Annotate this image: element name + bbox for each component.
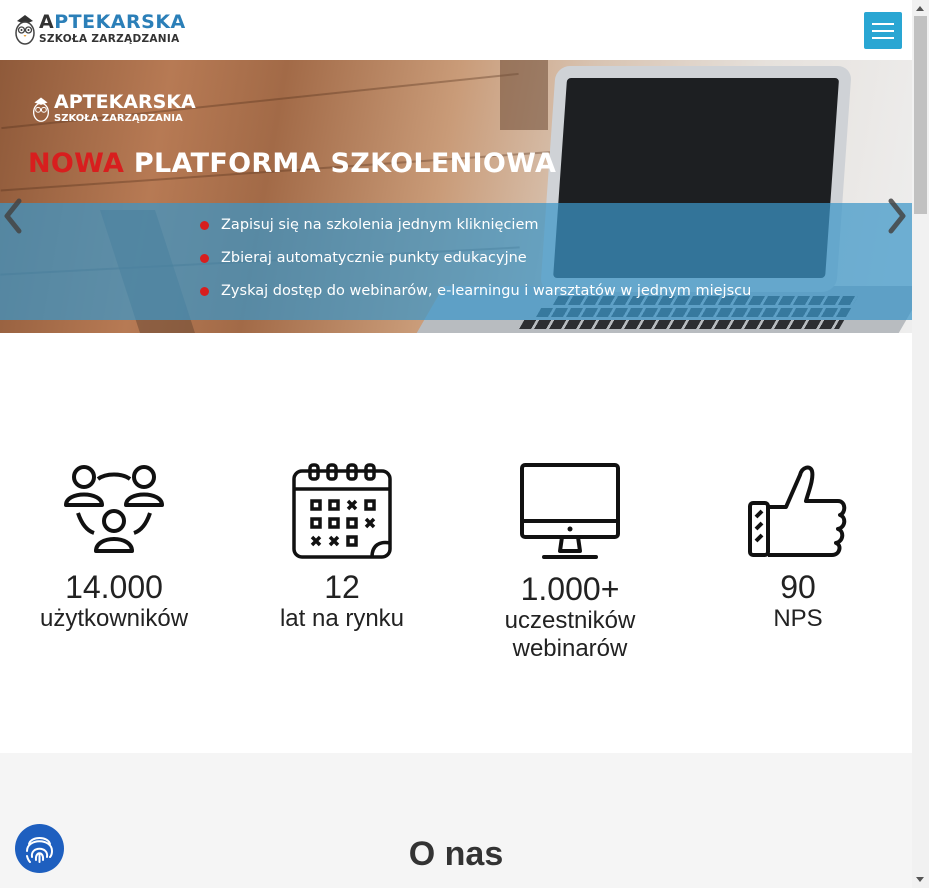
menu-toggle-button[interactable] [864,12,902,49]
hamburger-icon-line [872,30,894,32]
stat-label: lat na rynku [279,605,405,632]
hero-title-highlight: NOWA [28,148,125,179]
site-header: APTEKARSKA SZKOŁA ZARZĄDZANIA [0,0,912,60]
site-logo[interactable]: APTEKARSKA SZKOŁA ZARZĄDZANIA [14,12,186,46]
hero-slider: APTEKARSKA SZKOŁA ZARZĄDZANIA NOWA PLATF… [0,60,912,333]
logo-subtitle: SZKOŁA ZARZĄDZANIA [39,33,180,46]
hamburger-icon-line [872,37,894,39]
vertical-scrollbar[interactable] [912,0,929,888]
slider-prev-arrow-icon[interactable] [2,196,24,236]
scroll-up-arrow-icon[interactable] [916,6,924,11]
owl-mascot-icon [15,15,35,45]
stat-label: NPS [773,605,823,632]
stat-webinars: 1.000+ uczestników webinarów [470,463,670,663]
hero-logo-subtitle: SZKOŁA ZARZĄDZANIA [54,113,183,124]
hero-bullet-list: Zapisuj się na szkolenia jednym kliknięc… [200,214,751,313]
stat-number: 14.000 [65,569,163,605]
hero-title: NOWA PLATFORMA SZKOLENIOWA [28,148,556,179]
logo-brand-name: PTEKARSKA [54,11,186,34]
monitor-icon [520,463,620,559]
hero-bullet: Zapisuj się na szkolenia jednym kliknięc… [200,214,751,247]
hamburger-icon [872,23,894,25]
users-group-icon [64,465,164,553]
about-section: O nas [0,753,912,888]
page: APTEKARSKA SZKOŁA ZARZĄDZANIA APTEKARSKA… [0,0,929,888]
hero-logo: APTEKARSKA SZKOŁA ZARZĄDZANIA [32,93,196,124]
hero-title-rest: PLATFORMA SZKOLENIOWA [124,148,557,179]
fingerprint-icon [26,837,54,863]
owl-mascot-icon [32,97,50,122]
calendar-icon [292,463,392,559]
scrollbar-thumb[interactable] [914,16,927,214]
stat-users: 14.000 użytkowników [14,463,214,633]
about-heading: O nas [408,835,504,873]
scroll-down-arrow-icon[interactable] [916,877,924,882]
hero-logo-brand: APTEKARSKA [54,91,196,113]
stat-number: 12 [324,569,360,605]
thumbs-up-icon [748,465,847,557]
slider-next-arrow-icon[interactable] [886,196,908,236]
stats-section: 14.000 użytkowników 12 lat na rynku 1.00… [0,333,912,753]
hero-bullet: Zbieraj automatycznie punkty edukacyjne [200,247,751,280]
stat-nps: 90 NPS [698,463,898,633]
hero-bullet: Zyskaj dostęp do webinarów, e-learningu … [200,280,751,313]
stat-label: użytkowników [39,605,189,632]
cookie-settings-button[interactable] [15,824,64,873]
stat-years: 12 lat na rynku [242,463,442,633]
stat-number: 1.000+ [520,571,620,607]
stat-number: 90 [780,569,816,605]
stat-label: uczestników webinarów [504,607,636,662]
logo-first-letter: A [39,11,55,34]
